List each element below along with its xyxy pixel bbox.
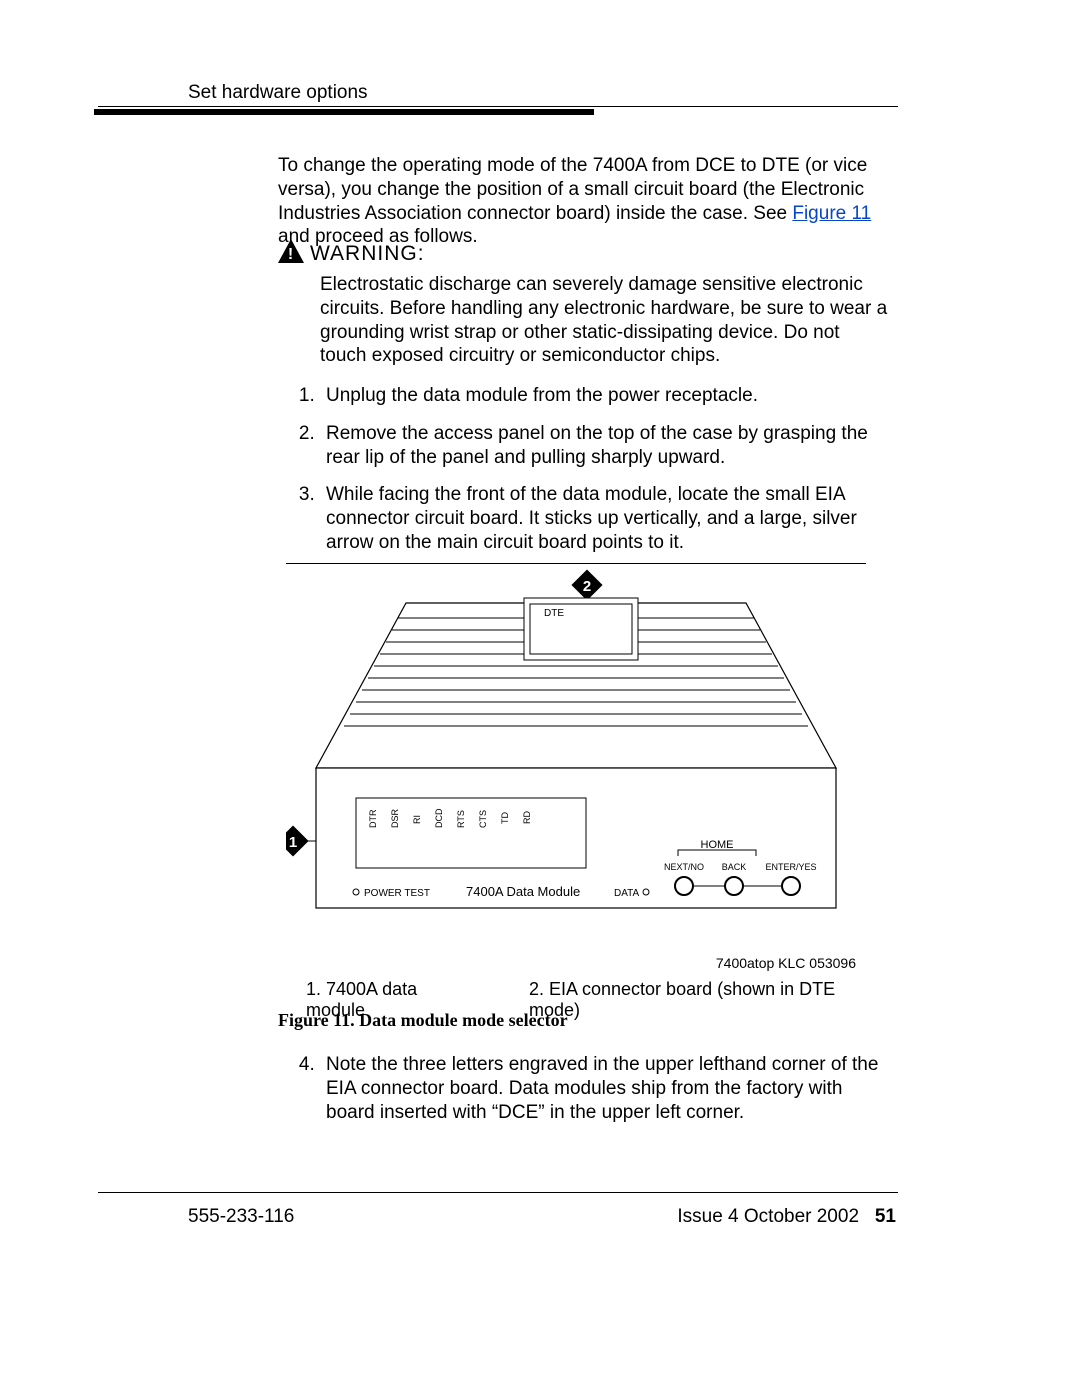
warning-label: WARNING:	[310, 242, 425, 265]
section-title: Set hardware options	[188, 82, 888, 104]
figure-caption: Figure 11. Data module mode selector	[278, 1010, 568, 1031]
svg-text:POWER TEST: POWER TEST	[364, 888, 430, 899]
warning-icon: !	[278, 239, 304, 269]
callout-1-marker: 1	[286, 825, 316, 856]
svg-text:RI: RI	[412, 815, 422, 824]
step-2: Remove the access panel on the top of th…	[320, 422, 888, 470]
footer-rule	[98, 1192, 898, 1193]
intro-paragraph: To change the operating mode of the 7400…	[278, 154, 888, 249]
step-1: Unplug the data module from the power re…	[320, 384, 888, 408]
svg-text:HOME: HOME	[701, 839, 734, 851]
figure-11: 2 DTE	[286, 563, 866, 1021]
svg-text:BACK: BACK	[722, 862, 747, 872]
device-diagram: 2 DTE	[286, 568, 866, 948]
callout-2-marker: 2	[571, 569, 602, 600]
footer-doc-number: 555-233-116	[188, 1206, 294, 1228]
svg-text:RD: RD	[522, 811, 532, 824]
step-3: While facing the front of the data modul…	[320, 483, 888, 554]
header-rule-thin	[98, 106, 898, 107]
svg-text:DATA: DATA	[614, 888, 640, 899]
step-4-block: Note the three letters engraved in the u…	[302, 1053, 888, 1124]
legend-2: 2. EIA connector board (shown in DTE mod…	[529, 979, 866, 1021]
svg-text:NEXT/NO: NEXT/NO	[664, 862, 704, 872]
board-label: DTE	[544, 608, 564, 619]
svg-text:DCD: DCD	[434, 808, 444, 828]
figure-link[interactable]: Figure 11	[792, 203, 871, 224]
footer-issue: Issue 4 October 2002 51	[677, 1206, 896, 1228]
svg-text:TD: TD	[500, 812, 510, 824]
svg-text:ENTER/YES: ENTER/YES	[765, 862, 816, 872]
svg-text:CTS: CTS	[478, 810, 488, 828]
footer-page-number: 51	[875, 1206, 896, 1227]
svg-text:DSR: DSR	[390, 808, 400, 828]
callout-2-number: 2	[583, 578, 591, 595]
footer-issue-text: Issue 4 October 2002	[677, 1206, 859, 1227]
warning-body: Electrostatic discharge can severely dam…	[320, 273, 888, 368]
step-4: Note the three letters engraved in the u…	[320, 1053, 888, 1124]
svg-text:DTR: DTR	[368, 809, 378, 828]
svg-text:RTS: RTS	[456, 810, 466, 828]
svg-text:1: 1	[289, 834, 297, 851]
intro-text-before: To change the operating mode of the 7400…	[278, 155, 867, 224]
image-code: 7400atop KLC 053096	[286, 955, 866, 971]
svg-text:!: !	[288, 246, 294, 263]
steps-list: Unplug the data module from the power re…	[302, 384, 888, 569]
figure-top-rule	[286, 563, 866, 564]
header-rule-thick	[94, 109, 594, 115]
svg-text:7400A Data Module: 7400A Data Module	[466, 884, 580, 899]
warning-heading: ! WARNING:	[278, 239, 888, 269]
warning-block: ! WARNING: Electrostatic discharge can s…	[278, 239, 888, 368]
